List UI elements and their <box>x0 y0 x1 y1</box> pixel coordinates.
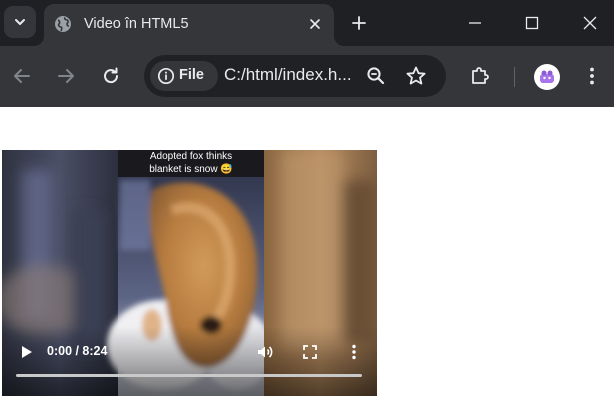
security-chip-label: File <box>179 67 204 83</box>
new-tab-button[interactable] <box>346 10 372 36</box>
extensions-button[interactable] <box>466 62 494 90</box>
bookmark-button[interactable] <box>404 64 428 88</box>
tab-strip: Video în HTML5 <box>0 0 614 46</box>
time-display: 0:00 / 8:24 <box>47 344 108 358</box>
site-info-chip[interactable]: File <box>150 61 218 91</box>
puzzle-piece-icon <box>472 67 489 84</box>
play-button[interactable] <box>16 342 36 362</box>
arrow-right-icon <box>58 69 74 83</box>
maximize-button[interactable] <box>517 8 547 38</box>
caption-line-1: Adopted fox thinks <box>149 151 233 162</box>
address-bar[interactable]: File C:/html/index.h... <box>144 55 446 97</box>
video-caption: Adopted fox thinks blanket is snow 😅 <box>118 150 264 177</box>
more-vert-icon <box>352 344 356 360</box>
zoom-button[interactable] <box>364 64 388 88</box>
profile-avatar-button[interactable] <box>534 64 560 90</box>
tab-close-button[interactable] <box>306 15 324 33</box>
globe-icon <box>55 16 71 32</box>
star-icon <box>406 66 426 85</box>
forward-button[interactable] <box>52 62 80 90</box>
volume-button[interactable] <box>255 342 275 362</box>
toolbar: File C:/html/index.h... <box>0 46 614 107</box>
toolbar-divider <box>514 67 515 87</box>
more-options-button[interactable] <box>344 342 364 362</box>
avatar-icon <box>540 70 554 83</box>
minimize-button[interactable] <box>460 8 490 38</box>
controls-overlay <box>2 326 377 396</box>
zoom-out-icon <box>367 67 385 85</box>
volume-icon <box>258 346 273 358</box>
info-icon <box>157 67 175 85</box>
reload-button[interactable] <box>97 62 125 90</box>
plus-icon <box>352 16 366 30</box>
menu-button[interactable] <box>578 62 606 90</box>
close-icon <box>310 19 320 29</box>
fullscreen-button[interactable] <box>300 342 320 362</box>
minimize-icon <box>469 22 481 24</box>
close-window-button[interactable] <box>575 8 605 38</box>
reload-icon <box>104 67 119 84</box>
more-vert-icon <box>590 67 594 85</box>
tab-search-button[interactable] <box>4 6 36 38</box>
arrow-left-icon <box>14 69 30 83</box>
url-text[interactable]: C:/html/index.h... <box>224 65 352 85</box>
video-player[interactable]: Adopted fox thinks blanket is snow 😅 0:0… <box>2 150 377 396</box>
back-button[interactable] <box>8 62 36 90</box>
caption-line-2: blanket is snow 😅 <box>149 164 233 175</box>
seek-bar[interactable] <box>16 374 362 377</box>
play-icon <box>22 346 32 358</box>
fullscreen-icon <box>303 345 317 359</box>
active-tab[interactable]: Video în HTML5 <box>44 4 334 46</box>
maximize-icon <box>525 16 539 30</box>
chevron-down-icon <box>15 19 25 25</box>
tab-title: Video în HTML5 <box>84 16 189 32</box>
close-icon <box>583 16 597 30</box>
